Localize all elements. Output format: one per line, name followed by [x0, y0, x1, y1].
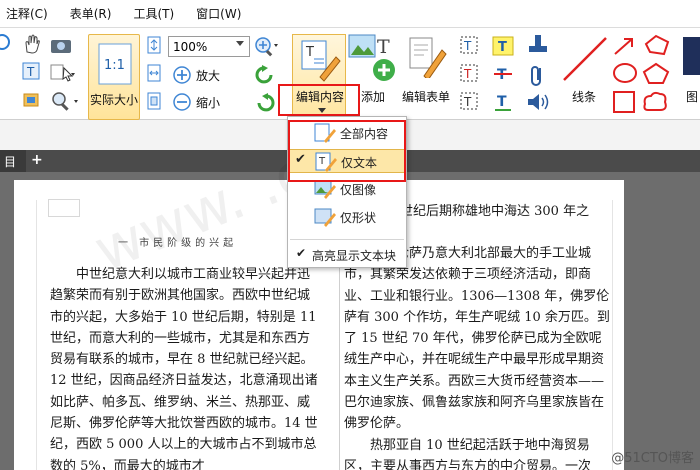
svg-text:T: T: [377, 36, 390, 56]
corner-watermark: @51CTO博客: [611, 451, 694, 466]
image-only-icon: [314, 180, 336, 199]
form-field-strike-icon[interactable]: T: [460, 64, 478, 82]
menu-form[interactable]: 表单(R): [70, 5, 112, 22]
fit-visible-icon[interactable]: [146, 92, 162, 110]
menu-comment[interactable]: 注释(C): [6, 5, 48, 22]
actual-size-button[interactable]: 1:1 实际大小: [88, 34, 140, 120]
page-header-box: [48, 199, 80, 217]
add-text-icon[interactable]: T: [376, 36, 392, 56]
highlight-text-icon[interactable]: T: [492, 36, 514, 56]
image-label[interactable]: 图: [686, 88, 698, 105]
right-column-top-line: 世纪后期称雄地中海达 300 年之: [400, 204, 590, 219]
select-text-icon[interactable]: T: [22, 62, 42, 80]
add-image-icon[interactable]: [348, 34, 376, 60]
line-tool-icon[interactable]: [560, 34, 610, 84]
svg-text:T: T: [305, 45, 314, 60]
check-icon: ✔: [296, 246, 307, 260]
pentagon-tool-icon[interactable]: [642, 62, 670, 84]
menu-item-label: 高亮显示文本块: [312, 249, 397, 263]
zoom-in-label[interactable]: 放大: [196, 67, 220, 84]
left-paragraph: 中世纪意大利以城市工商业较早兴起并迅趋繁荣而有别于欧洲其他国家。西欧中世纪城市的…: [50, 267, 318, 470]
edit-text-icon: T: [301, 40, 341, 82]
zoom-out-label[interactable]: 缩小: [196, 94, 220, 111]
partial-icon[interactable]: [0, 34, 14, 50]
edit-content-label[interactable]: 编辑内容: [296, 88, 344, 105]
page-margin-rule: [36, 200, 37, 470]
marquee-icon[interactable]: [22, 90, 42, 110]
svg-text:T: T: [497, 94, 507, 110]
zoom-input[interactable]: [168, 36, 250, 57]
edit-form-label[interactable]: 编辑表单: [402, 88, 450, 105]
right-column-text[interactable]: 佛罗伦萨乃意大利北部最大的手工业城市，其繁荣发达依赖于三项经济活动，即商业、工业…: [344, 243, 614, 470]
menu-bar: 注释(C) 表单(R) 工具(T) 窗口(W): [0, 0, 700, 28]
form-field-icon[interactable]: T: [460, 92, 478, 110]
menu-item-highlight-text-blocks[interactable]: ✔ 高亮显示文本块: [288, 243, 406, 267]
menu-item-label: 仅形状: [340, 211, 377, 225]
right-paragraph-2: 热那亚自 10 世纪起活跃于地中海贸易区，主要从事西方与东方的中介贸易。一次: [344, 437, 592, 470]
add-label[interactable]: 添加: [361, 88, 385, 105]
actual-size-label: 实际大小: [90, 93, 139, 107]
section-heading: 一 市民阶级的兴起: [118, 238, 238, 249]
loupe-icon[interactable]: [50, 90, 80, 112]
attach-file-icon[interactable]: [528, 64, 546, 88]
toolbar-ribbon: T 1:1 实际大小 放大 缩小 T 编辑内容 T 添加 编辑表单 T T T …: [0, 28, 700, 120]
rotate-left-icon[interactable]: [254, 64, 276, 86]
text-only-highlight: [288, 120, 406, 182]
edit-form-icon[interactable]: [408, 36, 448, 78]
menu-tools[interactable]: 工具(T): [133, 5, 174, 22]
left-column-text[interactable]: 中世纪意大利以城市工商业较早兴起并迅趋繁荣而有别于欧洲其他国家。西欧中世纪城市的…: [50, 264, 320, 470]
zoom-in-icon[interactable]: [172, 65, 192, 85]
sound-icon[interactable]: [526, 92, 550, 112]
rectangle-tool-icon[interactable]: [612, 90, 638, 114]
svg-text:T: T: [463, 39, 472, 53]
image-tool-icon[interactable]: [682, 36, 700, 78]
new-tab-button[interactable]: +: [31, 152, 43, 168]
form-field-text-icon[interactable]: T: [460, 36, 478, 54]
svg-text:T: T: [498, 40, 507, 55]
menu-item-shape-only[interactable]: 仅形状: [288, 205, 406, 229]
svg-text:T: T: [463, 67, 472, 81]
page-1to1-icon: 1:1: [98, 43, 132, 85]
zoom-dropdown-arrow[interactable]: [236, 41, 244, 46]
line-label[interactable]: 线条: [572, 88, 596, 105]
zoom-in-menu-icon[interactable]: [254, 36, 280, 58]
snapshot-icon[interactable]: [50, 36, 72, 54]
svg-text:T: T: [26, 65, 35, 79]
fit-page-icon[interactable]: [146, 36, 162, 54]
svg-text:1:1: 1:1: [104, 58, 125, 73]
strikeout-icon[interactable]: T: [492, 64, 514, 84]
zoom-out-icon[interactable]: [172, 92, 192, 112]
document-tab[interactable]: 目: [0, 150, 26, 172]
menu-separator: [290, 239, 404, 240]
underline-icon[interactable]: T: [492, 92, 514, 112]
edit-content-dropdown-arrow[interactable]: [318, 108, 326, 113]
add-green-icon[interactable]: [372, 58, 396, 82]
polygon-tool-icon[interactable]: [642, 34, 670, 56]
oval-tool-icon[interactable]: [612, 62, 638, 84]
hand-tool-icon[interactable]: [22, 34, 42, 54]
menu-window[interactable]: 窗口(W): [196, 5, 241, 22]
select-annotation-icon[interactable]: [50, 64, 76, 82]
shape-only-icon: [314, 208, 336, 227]
stamp-icon[interactable]: [526, 34, 550, 58]
cloud-tool-icon[interactable]: [642, 90, 670, 114]
svg-text:T: T: [463, 95, 472, 109]
menu-item-label: 仅图像: [340, 183, 377, 197]
fit-width-icon[interactable]: [146, 64, 162, 82]
right-paragraph-1: 佛罗伦萨乃意大利北部最大的手工业城市，其繁荣发达依赖于三项经济活动，即商业、工业…: [344, 246, 610, 432]
arrow-tool-icon[interactable]: [612, 36, 636, 56]
rotate-right-icon[interactable]: [254, 92, 276, 114]
